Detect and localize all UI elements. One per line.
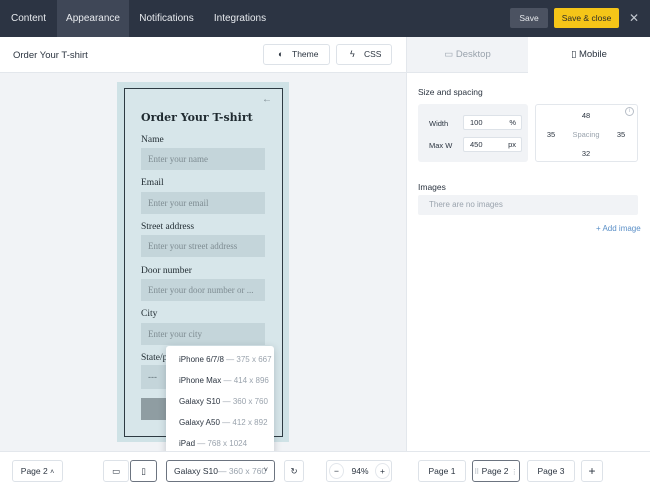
images-empty: There are no images — [418, 195, 638, 215]
tab-appearance[interactable]: Appearance — [57, 0, 129, 37]
page-tab-2-label: Page 2 — [481, 466, 509, 476]
email-input[interactable]: Enter your email — [141, 192, 265, 214]
desktop-icon: ▭ — [444, 49, 454, 60]
more-icon[interactable]: ⋮ — [511, 469, 518, 476]
device-select-size: — 360 x 760 — [217, 466, 267, 476]
save-close-button[interactable]: Save & close — [554, 8, 619, 28]
zoom-in-button[interactable]: + — [375, 463, 390, 479]
field-label-name: Name — [141, 135, 164, 145]
field-label-door: Door number — [141, 266, 192, 276]
width-label: Width — [429, 119, 449, 128]
width-unit: % — [509, 118, 516, 127]
maxw-label: Max W — [429, 141, 453, 150]
device-option-size: — 360 x 760 — [222, 397, 268, 406]
device-option-galaxy-s10[interactable]: Galaxy S10 — 360 x 760 — [166, 392, 274, 412]
back-arrow-icon[interactable]: ← — [262, 94, 272, 105]
spacing-left[interactable]: 35 — [543, 130, 559, 139]
device-option-name: iPhone Max — [179, 376, 222, 385]
editor-subheader: Order Your T-shirt ◐ Theme ϟ CSS — [0, 37, 406, 73]
maxw-input[interactable]: 450 px — [463, 137, 522, 152]
rotate-button[interactable]: ↻ — [284, 460, 304, 482]
device-option-size: — 412 x 892 — [222, 418, 268, 427]
spacing-label: Spacing — [572, 130, 600, 139]
spacing-top[interactable]: 48 — [578, 111, 594, 120]
tab-content[interactable]: Content — [0, 0, 57, 37]
spacing-right[interactable]: 35 — [613, 130, 629, 139]
device-select[interactable]: Galaxy S10— 360 x 760 ˅ — [166, 460, 275, 482]
panel-divider — [406, 37, 407, 451]
city-input[interactable]: Enter your city — [141, 323, 265, 345]
desktop-view-button[interactable]: ▭ — [103, 460, 129, 482]
field-label-state: State/p — [141, 353, 168, 363]
save-button[interactable]: Save — [510, 8, 548, 28]
field-label-email: Email — [141, 178, 164, 188]
device-option-name: iPad — [179, 439, 196, 448]
device-option-name: Galaxy S10 — [179, 397, 221, 406]
zoom-level: 94% — [351, 466, 369, 476]
rotate-icon: ↻ — [290, 466, 298, 476]
page-tab-3[interactable]: Page 3 — [527, 460, 575, 482]
tab-mobile[interactable]: ▯ Mobile — [528, 37, 650, 73]
door-input[interactable]: Enter your door number or ... — [141, 279, 265, 301]
width-input[interactable]: 100 % — [463, 115, 522, 130]
drag-handle-icon[interactable]: ⠿ — [474, 469, 479, 476]
zoom-out-button[interactable]: − — [329, 463, 344, 479]
form-title: Order Your T-shirt — [13, 50, 88, 61]
mobile-icon: ▯ — [141, 466, 146, 476]
page-tab-1[interactable]: Page 1 — [418, 460, 466, 482]
maxw-value: 450 — [470, 140, 483, 149]
page-tab-2[interactable]: ⠿ Page 2 ⋮ — [472, 460, 520, 482]
mobile-view-button[interactable]: ▯ — [130, 460, 157, 482]
device-option-name: iPhone 6/7/8 — [179, 355, 224, 364]
device-select-name: Galaxy S10 — [174, 466, 218, 476]
css-button[interactable]: ϟ CSS — [336, 44, 392, 65]
tab-desktop[interactable]: ▭ Desktop — [407, 37, 528, 73]
size-spacing-title: Size and spacing — [418, 87, 483, 97]
top-bar: Content Appearance Notifications Integra… — [0, 0, 650, 37]
device-option-galaxy-a50[interactable]: Galaxy A50 — 412 x 892 — [166, 413, 274, 433]
device-option-iphone-max[interactable]: iPhone Max — 414 x 896 — [166, 371, 274, 391]
device-option-iphone-678[interactable]: iPhone 6/7/8 — 375 x 667 — [166, 350, 274, 370]
preview-form-title: Order Your T-shirt — [141, 111, 253, 124]
device-dropdown: iPhone 6/7/8 — 375 x 667 iPhone Max — 41… — [166, 346, 274, 456]
width-value: 100 — [470, 118, 483, 127]
device-option-size: — 414 x 896 — [223, 376, 269, 385]
tab-integrations[interactable]: Integrations — [204, 0, 276, 37]
close-icon[interactable]: ✕ — [627, 10, 641, 26]
chevron-down-icon: ˅ — [263, 467, 268, 474]
desktop-icon: ▭ — [111, 466, 121, 476]
add-page-button[interactable]: + — [581, 460, 603, 482]
contrast-icon: ◐ — [278, 49, 284, 59]
maxw-unit: px — [508, 140, 516, 149]
spacing-bottom[interactable]: 32 — [578, 149, 594, 158]
images-title: Images — [418, 182, 446, 192]
tab-mobile-label: Mobile — [578, 49, 607, 60]
tab-desktop-label: Desktop — [455, 49, 491, 60]
info-icon[interactable]: i — [625, 107, 634, 116]
mobile-icon: ▯ — [571, 49, 577, 60]
add-image-link[interactable]: + Add image — [596, 224, 641, 233]
theme-button[interactable]: ◐ Theme — [263, 44, 330, 65]
bolt-icon: ϟ — [350, 49, 355, 59]
device-option-name: Galaxy A50 — [179, 418, 220, 427]
field-label-city: City — [141, 309, 158, 319]
page-select[interactable]: Page 2 ˄ — [12, 460, 63, 482]
name-input[interactable]: Enter your name — [141, 148, 265, 170]
size-box — [418, 104, 528, 162]
bottom-bar: Page 2 ˄ ▭ ▯ Galaxy S10— 360 x 760 ˅ ↻ −… — [0, 451, 650, 488]
device-option-size: — 768 x 1024 — [197, 439, 248, 448]
page-select-label: Page 2 — [20, 466, 48, 476]
chevron-up-icon: ˄ — [50, 469, 55, 476]
street-input[interactable]: Enter your street address — [141, 235, 265, 257]
field-label-street: Street address — [141, 222, 195, 232]
css-label: CSS — [364, 49, 382, 59]
theme-label: Theme — [292, 49, 319, 59]
tab-notifications[interactable]: Notifications — [129, 0, 204, 37]
device-option-size: — 375 x 667 — [226, 355, 272, 364]
